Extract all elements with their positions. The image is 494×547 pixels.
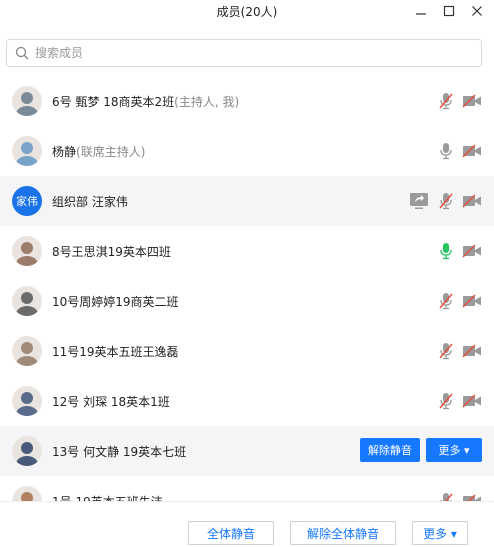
title-bar: 成员(20人) [0, 0, 494, 24]
camera-off-icon[interactable] [462, 341, 482, 361]
member-role: (主持人, 我) [174, 95, 240, 109]
member-role: (联席主持人) [76, 145, 146, 159]
mic-muted-icon[interactable] [436, 191, 456, 211]
member-name: 10号周婷婷19商英二班 [52, 293, 179, 310]
member-row[interactable]: 13号 何文静 19英本七班 解除静音 更多 ▾ [0, 426, 494, 476]
screen-share-icon[interactable] [409, 191, 429, 211]
member-name-text: 8号王思淇19英本四班 [52, 245, 171, 259]
member-row[interactable]: 家伟 组织部 汪家伟 [0, 176, 494, 226]
mic-icon[interactable] [436, 141, 456, 161]
member-row[interactable]: 6号 甄梦 18商英本2班(主持人, 我) [0, 76, 494, 126]
mic-muted-icon[interactable] [436, 391, 456, 411]
member-name: 11号19英本五班王逸磊 [52, 343, 179, 360]
camera-off-icon[interactable] [462, 491, 482, 501]
mute-all-button[interactable]: 全体静音 [188, 521, 274, 545]
avatar [12, 386, 42, 416]
member-name: 6号 甄梦 18商英本2班(主持人, 我) [52, 93, 239, 110]
member-name: 8号王思淇19英本四班 [52, 243, 171, 260]
member-row[interactable]: 11号19英本五班王逸磊 [0, 326, 494, 376]
search-input[interactable] [35, 46, 455, 60]
member-name-text: 13号 何文静 19英本七班 [52, 445, 187, 459]
search-icon [15, 46, 29, 60]
camera-off-icon[interactable] [462, 291, 482, 311]
minimize-button[interactable] [406, 0, 436, 22]
member-row[interactable]: 杨静(联席主持人) [0, 126, 494, 176]
member-name: 杨静(联席主持人) [52, 143, 145, 160]
avatar [12, 436, 42, 466]
camera-off-icon[interactable] [462, 391, 482, 411]
unmute-all-button[interactable]: 解除全体静音 [290, 521, 396, 545]
member-row[interactable]: 12号 刘琛 18英本1班 [0, 376, 494, 426]
maximize-button[interactable] [434, 0, 464, 22]
member-name-text: 10号周婷婷19商英二班 [52, 295, 179, 309]
avatar [12, 486, 42, 501]
scrollbar[interactable] [490, 76, 494, 501]
footer-bar: 全体静音 解除全体静音 更多 ▾ [0, 501, 494, 547]
avatar [12, 336, 42, 366]
avatar [12, 136, 42, 166]
camera-off-icon[interactable] [462, 141, 482, 161]
camera-off-icon[interactable] [462, 241, 482, 261]
member-name: 12号 刘琛 18英本1班 [52, 393, 170, 410]
mic-icon[interactable] [436, 241, 456, 261]
member-name-text: 6号 甄梦 18商英本2班 [52, 95, 175, 109]
member-row[interactable]: 8号王思淇19英本四班 [0, 226, 494, 276]
member-list: 6号 甄梦 18商英本2班(主持人, 我) 杨静(联席主持人) 家伟 组织部 汪家伟 8… [0, 76, 494, 501]
footer-more-button[interactable]: 更多 ▾ [412, 521, 468, 545]
mic-muted-icon[interactable] [436, 341, 456, 361]
member-name-text: 组织部 汪家伟 [52, 195, 128, 209]
member-name: 13号 何文静 19英本七班 [52, 443, 186, 460]
row-more-button[interactable]: 更多 ▾ [426, 438, 482, 462]
member-row[interactable]: 1号 19英本五班朱洁 [0, 476, 494, 501]
avatar: 家伟 [12, 186, 42, 216]
mic-muted-icon[interactable] [436, 291, 456, 311]
avatar [12, 236, 42, 266]
member-name-text: 12号 刘琛 18英本1班 [52, 395, 170, 409]
search-box[interactable] [6, 39, 482, 67]
avatar [12, 86, 42, 116]
member-name-text: 11号19英本五班王逸磊 [52, 345, 179, 359]
camera-off-icon[interactable] [462, 91, 482, 111]
member-name: 组织部 汪家伟 [52, 193, 128, 210]
member-name-text: 杨静 [52, 145, 77, 159]
member-name: 1号 19英本五班朱洁 [52, 493, 163, 501]
close-button[interactable] [462, 0, 492, 22]
minimize-icon [416, 13, 426, 15]
member-row[interactable]: 10号周婷婷19商英二班 [0, 276, 494, 326]
mic-muted-icon[interactable] [436, 91, 456, 111]
avatar [12, 286, 42, 316]
camera-off-icon[interactable] [462, 191, 482, 211]
mic-muted-icon[interactable] [436, 491, 456, 501]
close-icon [472, 6, 482, 16]
unmute-button[interactable]: 解除静音 [360, 438, 420, 462]
maximize-icon [443, 5, 455, 17]
